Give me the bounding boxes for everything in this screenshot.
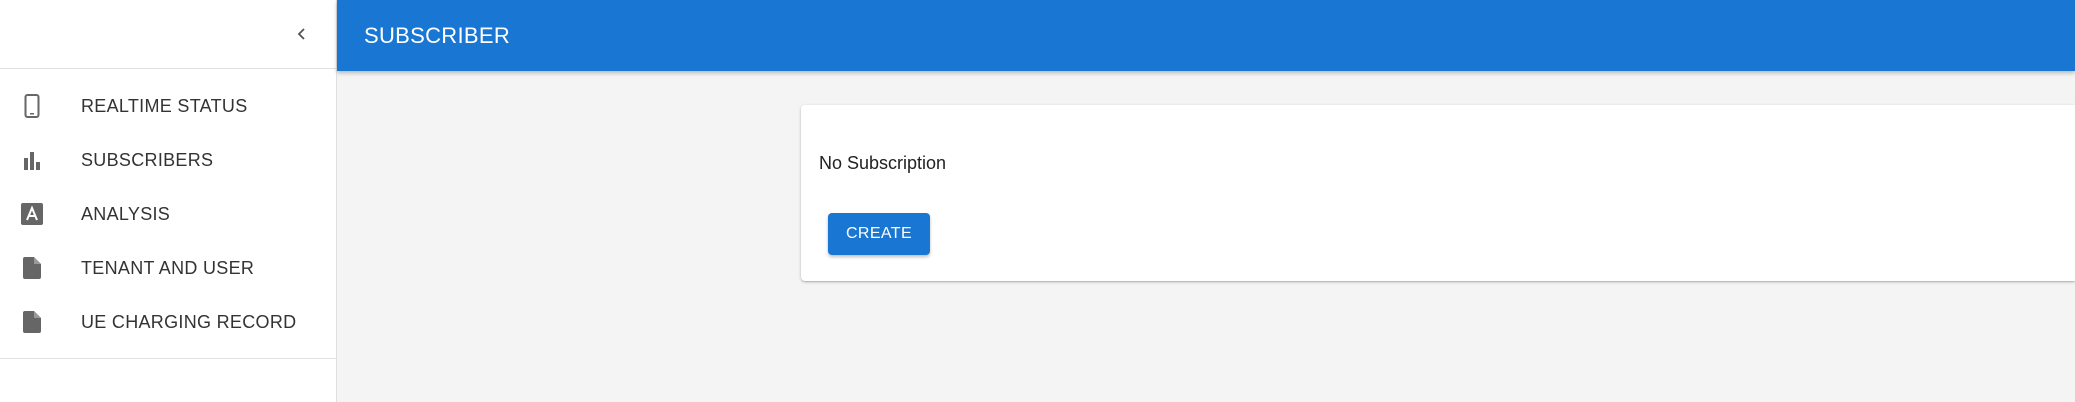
sidebar-header	[0, 0, 336, 69]
sidebar-item-label: ANALYSIS	[81, 203, 171, 224]
sidebar-item-label: UE CHARGING RECORD	[81, 311, 297, 332]
smartphone-icon	[20, 94, 44, 118]
page-title: SUBSCRIBER	[364, 22, 511, 48]
subscription-card: No Subscription CREATE	[801, 105, 2075, 281]
sidebar: REALTIME STATUS SUBSCRIBERS ANALYSIS TEN…	[0, 0, 337, 402]
sidebar-item-subscribers[interactable]: SUBSCRIBERS	[0, 133, 336, 187]
app-bar: SUBSCRIBER	[337, 0, 2075, 71]
file-icon	[20, 256, 44, 280]
sidebar-item-ue-charging-record[interactable]: UE CHARGING RECORD	[0, 295, 336, 349]
file-icon	[20, 310, 44, 334]
sidebar-item-analysis[interactable]: ANALYSIS	[0, 187, 336, 241]
sidebar-item-label: REALTIME STATUS	[81, 95, 248, 116]
bar-chart-icon	[20, 148, 44, 172]
sidebar-item-tenant-and-user[interactable]: TENANT AND USER	[0, 241, 336, 295]
sidebar-item-label: SUBSCRIBERS	[81, 149, 214, 170]
create-button[interactable]: CREATE	[828, 213, 930, 255]
sidebar-item-label: TENANT AND USER	[81, 257, 255, 278]
text-box-a-icon	[20, 202, 44, 226]
collapse-sidebar-button[interactable]	[288, 20, 316, 48]
sidebar-item-realtime-status[interactable]: REALTIME STATUS	[0, 79, 336, 133]
empty-state-message: No Subscription	[819, 153, 947, 173]
chevron-left-icon	[297, 28, 305, 40]
sidebar-nav: REALTIME STATUS SUBSCRIBERS ANALYSIS TEN…	[0, 69, 336, 359]
